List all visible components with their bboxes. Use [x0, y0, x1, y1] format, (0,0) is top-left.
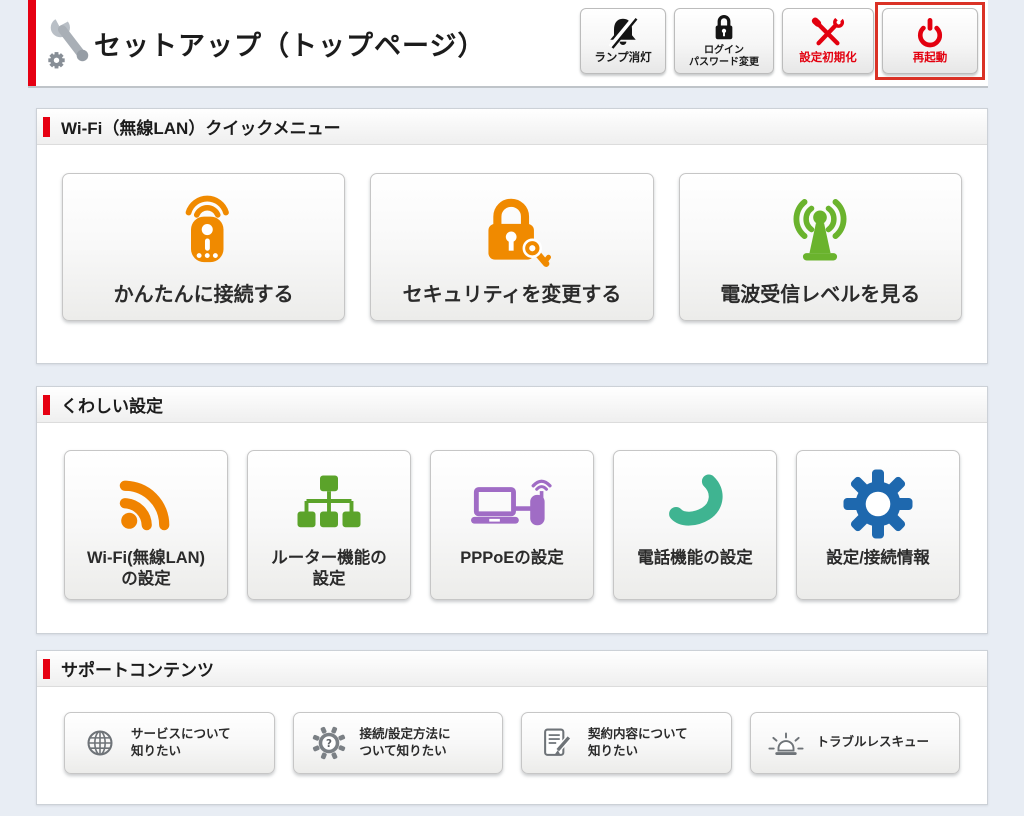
wifi-quick-menu-title: Wi-Fi（無線LAN）クイックメニュー — [61, 119, 341, 138]
pppoe-settings-label: PPPoEの設定 — [460, 549, 564, 567]
wifi-settings-label: Wi-Fi(無線LAN) の設定 — [86, 549, 206, 589]
reboot-button-wrapper: 再起動 — [875, 2, 985, 80]
network-tree-icon — [297, 475, 361, 528]
section-accent-bar — [43, 394, 50, 415]
section-accent-bar — [43, 116, 50, 137]
siren-lamp-icon — [767, 732, 804, 755]
change-security-button[interactable]: セキュリティを変更する — [370, 173, 654, 321]
bell-off-icon — [608, 16, 638, 50]
wrench-gear-icon — [48, 13, 89, 69]
globe-icon — [87, 730, 113, 756]
section-accent-bar — [43, 658, 50, 679]
trouble-rescue-label: トラブルレスキュー — [816, 735, 930, 750]
wifi-waves-icon — [119, 480, 170, 531]
detail-settings-body: Wi-Fi(無線LAN) の設定 ルーター機能の 設定 PPPoEの設定 電話機… — [37, 423, 987, 600]
wifi-settings-button[interactable]: Wi-Fi(無線LAN) の設定 — [64, 450, 228, 600]
connection-info-label: 設定/接続情報 — [826, 549, 930, 567]
how-to-setup-label: 接続/設定方法に ついて知りたい — [359, 726, 451, 759]
signal-level-button[interactable]: 電波受信レベルを見る — [678, 173, 962, 321]
lamp-off-label: ランプ消灯 — [594, 52, 652, 65]
phone-handset-icon — [669, 474, 723, 526]
support-contents-body: サービスについて 知りたい ? 接続/設定方法に ついて知りたい 契約内容につい… — [37, 687, 987, 774]
gear-question-icon: ? — [312, 726, 345, 760]
padlock-icon — [715, 15, 733, 40]
wifi-quick-menu-header: Wi-Fi（無線LAN）クイックメニュー — [37, 109, 987, 145]
login-password-change-button[interactable]: ログイン パスワード変更 — [674, 8, 774, 74]
router-function-button[interactable]: ルーター機能の 設定 — [247, 450, 411, 600]
detail-settings-section: くわしい設定 Wi-Fi(無線LAN) の設定 ルーター機能の 設定 PPPoE… — [36, 386, 988, 634]
router-function-label: ルーター機能の 設定 — [271, 549, 387, 589]
factory-reset-label: 設定初期化 — [799, 52, 857, 65]
wifi-quick-menu-body: かんたんに接続する セキュリティを変更する 電波受信レベルを見る — [37, 145, 987, 321]
page-header: セットアップ（トップページ） ランプ消灯 ログイン パスワード変更 設定初期化 … — [28, 0, 988, 88]
reboot-label: 再起動 — [912, 52, 948, 65]
gear-icon — [843, 469, 913, 539]
pppoe-settings-button[interactable]: PPPoEの設定 — [430, 450, 594, 600]
contract-details-label: 契約内容について 知りたい — [588, 726, 688, 759]
login-password-change-label: ログイン パスワード変更 — [689, 45, 759, 68]
connection-info-button[interactable]: 設定/接続情報 — [796, 450, 960, 600]
trouble-rescue-button[interactable]: トラブルレスキュー — [749, 712, 960, 774]
pc-and-router-icon — [471, 479, 552, 526]
document-pencil-icon — [544, 728, 572, 756]
signal-level-label: 電波受信レベルを見る — [720, 284, 921, 306]
phone-function-label: 電話機能の設定 — [637, 549, 753, 567]
svg-text:?: ? — [326, 738, 332, 750]
header-actions: ランプ消灯 ログイン パスワード変更 設定初期化 再起動 — [580, 2, 985, 80]
antenna-signal-icon — [793, 199, 847, 261]
detail-settings-title: くわしい設定 — [61, 397, 163, 416]
lock-and-key-icon — [488, 198, 551, 267]
wifi-router-icon — [185, 195, 229, 263]
support-contents-title: サポートコンテンツ — [61, 661, 214, 680]
detail-settings-header: くわしい設定 — [37, 387, 987, 423]
support-contents-section: サポートコンテンツ サービスについて 知りたい ? 接続/設定方法に ついて知り… — [36, 650, 988, 805]
easy-connect-label: かんたんに接続する — [113, 284, 294, 306]
change-security-label: セキュリティを変更する — [402, 284, 622, 306]
about-service-label: サービスについて 知りたい — [131, 726, 231, 759]
page-title: セットアップ（トップページ） — [94, 31, 486, 61]
phone-function-button[interactable]: 電話機能の設定 — [613, 450, 777, 600]
crossed-tools-icon — [811, 15, 847, 46]
header-accent-bar — [28, 0, 36, 86]
support-contents-header: サポートコンテンツ — [37, 651, 987, 687]
lamp-off-button[interactable]: ランプ消灯 — [580, 8, 666, 74]
factory-reset-button[interactable]: 設定初期化 — [782, 8, 874, 74]
about-service-button[interactable]: サービスについて 知りたい — [64, 712, 275, 774]
easy-connect-button[interactable]: かんたんに接続する — [62, 173, 346, 321]
how-to-setup-button[interactable]: ? 接続/設定方法に ついて知りたい — [292, 712, 503, 774]
wifi-quick-menu-section: Wi-Fi（無線LAN）クイックメニュー かんたんに接続する セキュリティを変更… — [36, 108, 988, 364]
power-symbol-icon — [917, 18, 943, 48]
contract-details-button[interactable]: 契約内容について 知りたい — [521, 712, 732, 774]
reboot-button[interactable]: 再起動 — [882, 8, 978, 74]
